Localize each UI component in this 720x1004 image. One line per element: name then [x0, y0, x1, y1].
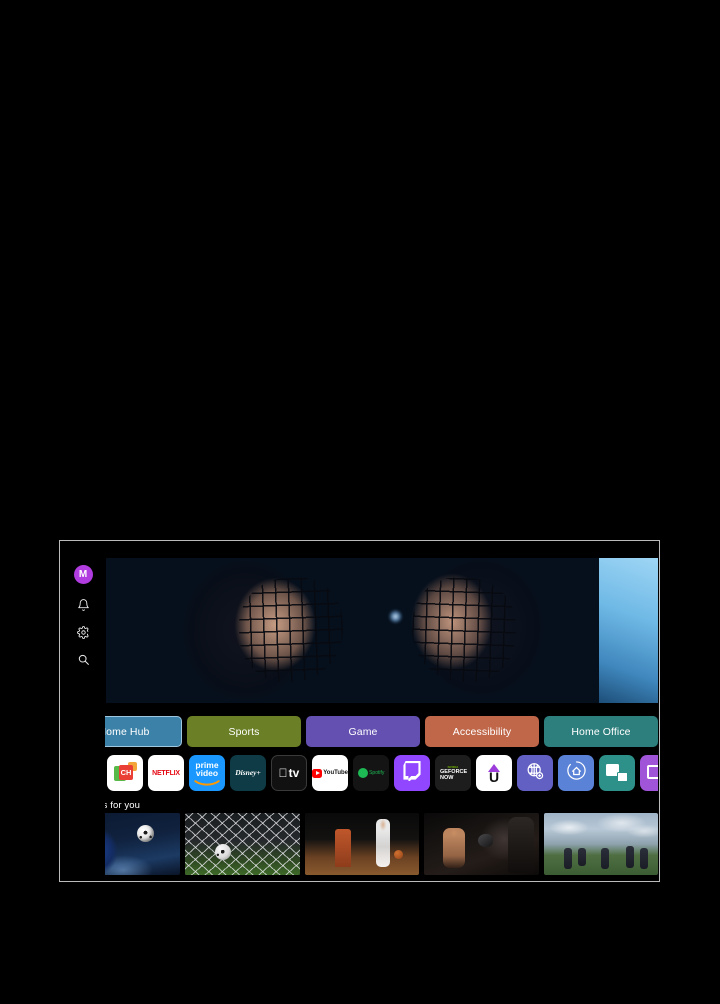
apple-tv-label: tv — [284, 766, 300, 780]
football-player — [600, 847, 609, 869]
gaming-hub-glyph-icon — [525, 761, 545, 786]
multi-view-icon[interactable] — [599, 755, 635, 791]
samsung-tv-plus-icon[interactable]: CH — [107, 755, 143, 791]
football-player — [625, 845, 634, 868]
sky-clouds — [543, 813, 658, 852]
category-label: Home Office — [571, 725, 631, 738]
sidebar-item-search[interactable] — [70, 646, 96, 672]
category-label: Sports — [228, 725, 260, 738]
smartthings-icon[interactable] — [558, 755, 594, 791]
basketball — [394, 850, 404, 860]
football-player — [577, 848, 586, 867]
pick-thumbnail — [543, 813, 658, 875]
football-player — [639, 847, 648, 869]
multi-view-glyph-icon — [606, 764, 628, 782]
geforce-now-label: GEFORCE NOW — [440, 768, 468, 781]
spotify-label: Spotify — [369, 769, 385, 776]
hero-image — [106, 558, 658, 703]
soccer-ball — [136, 825, 154, 843]
disney-plus-icon[interactable]: Disney+ — [230, 755, 266, 791]
disney-plus-label: Disney+ — [235, 768, 261, 778]
gaming-hub-icon[interactable] — [517, 755, 553, 791]
sidebar-item-settings[interactable] — [70, 619, 96, 645]
boxing-glove — [477, 834, 493, 848]
pick-basketball[interactable] — [304, 813, 420, 875]
boxing-opponent — [508, 816, 535, 873]
profile-initial: M — [78, 568, 88, 580]
tv-bezel: M Home Hub Sports Game Accessibility Hom… — [59, 540, 660, 882]
spotify-icon[interactable]: Spotify — [353, 755, 389, 791]
category-accessibility[interactable]: Accessibility — [425, 716, 539, 747]
category-label: Accessibility — [452, 725, 512, 738]
u-app-label: U — [488, 768, 500, 785]
profile-avatar[interactable]: M — [73, 565, 93, 584]
netflix-label: NETFLIX — [152, 769, 180, 777]
hero-banner[interactable] — [106, 558, 658, 703]
spotify-logo-icon — [357, 768, 368, 778]
prime-smile-icon — [194, 779, 220, 786]
category-sports[interactable]: Sports — [187, 716, 301, 747]
smartthings-glyph-icon — [566, 760, 587, 786]
pick-soccer-goal[interactable] — [185, 813, 300, 875]
category-game[interactable]: Game — [306, 716, 420, 747]
geforce-now-icon[interactable]: NVIDIA GEFORCE NOW — [435, 755, 471, 791]
hero-rink-light — [388, 610, 402, 624]
football-player — [564, 847, 573, 869]
youtube-icon[interactable]: YouTube — [312, 755, 348, 791]
pick-thumbnail — [304, 813, 420, 875]
prime-video-label: prime video — [195, 759, 219, 778]
gear-icon — [76, 625, 90, 639]
soccer-ball-in-net — [215, 844, 232, 860]
apple-tv-icon[interactable]:  tv — [271, 755, 307, 791]
app-row: APPS CH NETFLIX — [66, 755, 658, 792]
bell-icon — [77, 598, 90, 612]
hero-jersey — [599, 558, 658, 703]
apple-logo-icon:  — [279, 767, 288, 779]
tv-screen: M Home Hub Sports Game Accessibility Hom… — [61, 542, 658, 880]
boxing-fighter — [442, 827, 465, 868]
twitch-glyph-icon — [403, 760, 421, 786]
category-label: Home Hub — [98, 725, 150, 738]
youtube-label: YouTube — [323, 770, 348, 776]
u-app-icon[interactable]: U — [476, 755, 512, 791]
category-label: Game — [348, 725, 378, 738]
basketball-player — [375, 819, 390, 868]
prime-video-icon[interactable]: prime video — [189, 755, 225, 791]
page-root: M Home Hub Sports Game Accessibility Hom… — [0, 0, 720, 1004]
youtube-play-icon — [312, 768, 323, 778]
category-bar: Home Hub Sports Game Accessibility Home … — [66, 716, 658, 747]
pick-thumbnail — [424, 813, 539, 875]
search-icon — [77, 653, 90, 666]
sidebar: M — [61, 542, 105, 880]
screen-share-icon[interactable] — [640, 755, 658, 791]
pick-thumbnail — [185, 813, 300, 875]
top-picks-row — [66, 813, 658, 875]
netflix-icon[interactable]: NETFLIX — [148, 755, 184, 791]
ch-tile-red: CH — [119, 765, 133, 780]
pick-american-football[interactable] — [543, 813, 658, 875]
category-home-office[interactable]: Home Office — [544, 716, 658, 747]
twitch-icon[interactable] — [394, 755, 430, 791]
screen-share-glyph-icon — [647, 764, 658, 782]
ch-label: CH — [120, 767, 132, 777]
sidebar-item-notifications[interactable] — [70, 592, 96, 618]
court-equipment — [334, 829, 351, 868]
pick-boxing[interactable] — [424, 813, 539, 875]
